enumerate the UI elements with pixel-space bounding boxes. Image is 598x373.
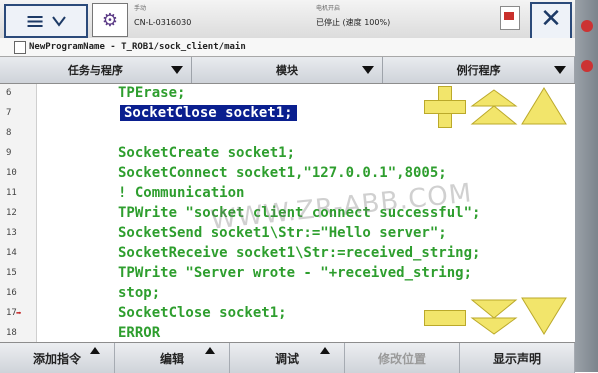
button-label: 显示声明 [492, 351, 541, 366]
code-line[interactable]: 15 TPWrite "Server wrote - "+received_st… [0, 264, 575, 284]
code-text: stop; [118, 285, 161, 301]
code-line[interactable]: 9 SocketCreate socket1; [0, 144, 575, 164]
show-declaration-button[interactable]: 显示声明 [460, 343, 575, 373]
menu-up-arrow-icon [90, 347, 100, 354]
line-number: 11 [6, 188, 17, 198]
code-line[interactable]: 10 SocketConnect socket1,"127.0.0.1",800… [0, 164, 575, 184]
line-number: 18 [6, 328, 17, 338]
tab-label: 例行程序 [456, 64, 501, 77]
chevron-down-icon [52, 16, 66, 27]
code-line[interactable]: 8 [0, 124, 575, 144]
tab-tasks-and-programs[interactable]: 任务与程序 [0, 57, 192, 83]
code-text: SocketClose socket1; [118, 305, 287, 321]
button-label: 添加指令 [32, 351, 81, 366]
line-number: 14 [6, 248, 17, 258]
hardware-button-icon [581, 20, 593, 32]
button-label: 调试 [274, 351, 299, 366]
close-icon: ✕ [540, 4, 562, 34]
code-text: SocketCreate socket1; [118, 145, 296, 161]
line-down-icon[interactable] [520, 296, 568, 336]
tab-routines[interactable]: 例行程序 [383, 57, 576, 83]
controller-info: 手动 CN-L-0316030 [134, 2, 294, 30]
device-frame-edge [575, 0, 598, 372]
code-text: SocketConnect socket1,"127.0.0.1",8005; [118, 165, 447, 181]
line-number: 8 [6, 128, 12, 138]
dropdown-arrow-icon [554, 66, 567, 74]
program-tabs: 任务与程序 模块 例行程序 [0, 57, 576, 84]
line-number: 7 [6, 108, 12, 118]
modify-position-button[interactable]: 修改位置 [345, 343, 460, 373]
code-text: TPWrite "socket client connect successfu… [118, 205, 481, 221]
header-bar: ≡ ⚙ 手动 CN-L-0316030 电机开启 已停止 (速度 100%) ✕ [0, 0, 575, 40]
line-number: 13 [6, 228, 17, 238]
code-text: ERROR [118, 325, 161, 341]
main-menu-button[interactable]: ≡ [4, 4, 88, 38]
line-number: 15 [6, 268, 17, 278]
close-button[interactable]: ✕ [530, 2, 572, 40]
menu-up-arrow-icon [320, 347, 330, 354]
tab-label: 任务与程序 [67, 64, 123, 77]
program-path: NewProgramName - T_ROB1/sock_client/main [29, 42, 246, 52]
code-line[interactable]: 11 ! Communication [0, 184, 575, 204]
code-line[interactable]: 14 SocketReceive socket1\Str:=received_s… [0, 244, 575, 264]
line-number: 6 [6, 88, 12, 98]
code-text-selected: SocketClose socket1; [120, 105, 297, 121]
menu-up-arrow-icon [205, 347, 215, 354]
add-instruction-button[interactable]: 添加指令 [0, 343, 115, 373]
program-path-bar: NewProgramName - T_ROB1/sock_client/main [0, 38, 575, 57]
code-text: TPWrite "Server wrote - "+received_strin… [118, 265, 473, 281]
bottom-toolbar: 添加指令 编辑 调试 修改位置 显示声明 [0, 342, 575, 373]
add-icon[interactable] [424, 86, 466, 128]
code-text: ! Communication [118, 185, 245, 201]
debug-button[interactable]: 调试 [230, 343, 345, 373]
hardware-button-icon [581, 60, 593, 72]
flexpendant-screen: ≡ ⚙ 手动 CN-L-0316030 电机开启 已停止 (速度 100%) ✕… [0, 0, 576, 373]
tab-label: 模块 [276, 64, 298, 77]
motors-label: 电机开启 [316, 5, 341, 12]
tab-modules[interactable]: 模块 [192, 57, 384, 83]
button-label: 编辑 [159, 351, 184, 366]
page-up-icon[interactable] [470, 88, 518, 126]
code-text: TPErase; [118, 85, 186, 101]
remove-icon[interactable] [424, 310, 466, 326]
status-text: 已停止 (速度 100%) [316, 18, 391, 27]
edit-button[interactable]: 编辑 [115, 343, 230, 373]
program-icon [14, 40, 26, 54]
status-info: 电机开启 已停止 (速度 100%) [316, 2, 486, 30]
mode-label: 手动 [134, 5, 147, 12]
code-text: SocketReceive socket1\Str:=received_stri… [118, 245, 481, 261]
page-down-icon[interactable] [470, 298, 518, 336]
line-number: 10 [6, 168, 17, 178]
line-number: 16 [6, 288, 17, 298]
line-up-icon[interactable] [520, 86, 568, 126]
dropdown-arrow-icon [170, 66, 183, 74]
button-label: 修改位置 [377, 351, 426, 366]
code-line[interactable]: 13 SocketSend socket1\Str:="Hello server… [0, 224, 575, 244]
robot-status-icon[interactable]: ⚙ [92, 3, 128, 37]
line-number: 9 [6, 148, 12, 158]
line-number: 12 [6, 208, 17, 218]
hamburger-menu-icon: ≡ [24, 7, 46, 35]
event-log-icon[interactable] [500, 6, 520, 30]
code-line[interactable]: 12 TPWrite "socket client connect succes… [0, 204, 575, 224]
controller-name: CN-L-0316030 [134, 18, 192, 27]
program-pointer-icon: ➡ [16, 309, 22, 319]
dropdown-arrow-icon [362, 66, 375, 74]
code-text: SocketSend socket1\Str:="Hello server"; [118, 225, 447, 241]
